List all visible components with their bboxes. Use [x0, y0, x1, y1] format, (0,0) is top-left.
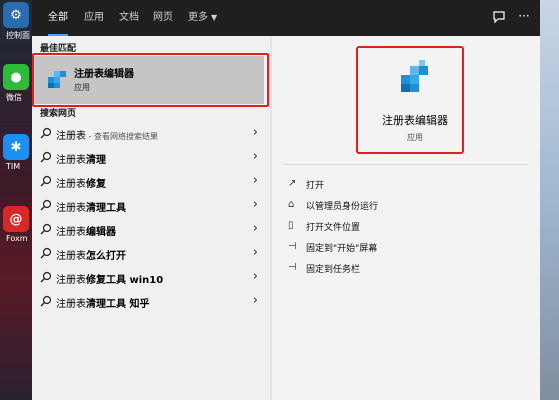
chevron-right-icon[interactable]: ›	[253, 293, 258, 308]
web-result-bold: 清理工具	[86, 203, 126, 214]
search-icon	[40, 295, 52, 307]
chevron-right-icon[interactable]: ›	[253, 245, 258, 260]
file-location-icon: ▯	[288, 220, 294, 231]
action-open[interactable]: ↗ 打开	[288, 176, 508, 194]
tab-documents[interactable]: 文档	[119, 0, 139, 36]
admin-shield-icon: ⌂	[288, 199, 295, 210]
search-tab-bar: 全部 应用 文档 网页 更多 ▼ ···	[32, 0, 540, 36]
web-result-bold: 修复工具 win10	[86, 275, 164, 286]
web-result-bold: 修复	[86, 179, 106, 190]
web-result-row[interactable]: 注册表清理工具 知乎 ›	[32, 290, 270, 314]
chevron-right-icon[interactable]: ›	[253, 149, 258, 164]
detail-pane: 注册表编辑器 应用 ↗ 打开 ⌂ 以管理员身份运行 ▯ 打开文件位置 ⊣ 固定到…	[272, 36, 540, 400]
web-result-row[interactable]: 注册表清理工具 ›	[32, 194, 270, 218]
pin-start-icon: ⊣	[288, 241, 297, 252]
web-search-heading: 搜索网页	[40, 109, 77, 119]
results-list: 最佳匹配 注册表编辑器 应用 搜索网页 注册表 - 查看网络搜索结果 › 注册表…	[32, 36, 270, 400]
search-icon	[40, 223, 52, 235]
web-result-bold: 清理	[86, 155, 106, 166]
best-match-highlight-box	[32, 53, 269, 107]
web-result-base: 注册表	[56, 179, 86, 190]
more-options-icon[interactable]: ···	[516, 10, 532, 26]
web-result-row[interactable]: 注册表修复工具 win10 ›	[32, 266, 270, 290]
tab-more-label: 更多	[188, 12, 208, 23]
web-result-base: 注册表	[56, 131, 86, 142]
detail-title: 注册表编辑器	[382, 114, 448, 127]
start-search-panel: 全部 应用 文档 网页 更多 ▼ ··· 最佳匹配 注册表编辑器 应用 搜索网页…	[32, 0, 540, 400]
action-open-file-location[interactable]: ▯ 打开文件位置	[288, 218, 508, 236]
action-pin-to-taskbar[interactable]: ⊣ 固定到任务栏	[288, 260, 508, 278]
web-result-base: 注册表	[56, 299, 86, 310]
desktop-icon-foxmail[interactable]: @ Foxm	[0, 206, 32, 243]
tab-apps[interactable]: 应用	[84, 0, 104, 36]
chevron-down-icon: ▼	[211, 13, 218, 22]
search-icon	[40, 127, 52, 139]
web-result-bold: 编辑器	[86, 227, 116, 238]
web-result-row[interactable]: 注册表怎么打开 ›	[32, 242, 270, 266]
web-result-base: 注册表	[56, 203, 86, 214]
chevron-right-icon[interactable]: ›	[253, 125, 258, 140]
desktop-icon-control-panel[interactable]: ⚙ 控制面	[0, 2, 32, 41]
web-result-bold: 怎么打开	[86, 251, 126, 262]
search-icon	[40, 247, 52, 259]
web-result-row[interactable]: 注册表修复 ›	[32, 170, 270, 194]
chevron-right-icon[interactable]: ›	[253, 221, 258, 236]
control-panel-icon: ⚙	[3, 2, 29, 28]
foxmail-icon: @	[3, 206, 29, 232]
detail-subtitle: 应用	[407, 133, 423, 142]
search-icon	[40, 175, 52, 187]
web-result-base: 注册表	[56, 155, 86, 166]
chevron-right-icon[interactable]: ›	[253, 197, 258, 212]
web-result-base: 注册表	[56, 227, 86, 238]
feedback-icon[interactable]	[492, 10, 508, 26]
desktop-strip: ⚙ 控制面 ● 微信 ✱ TIM @ Foxm	[0, 0, 32, 400]
desktop-background-right	[540, 0, 559, 400]
desktop-icon-tim[interactable]: ✱ TIM	[0, 134, 32, 171]
open-icon: ↗	[288, 178, 297, 189]
search-icon	[40, 271, 52, 283]
registry-editor-large-icon[interactable]	[398, 60, 432, 94]
web-result-base: 注册表	[56, 275, 86, 286]
search-icon	[40, 151, 52, 163]
web-result-bold: 清理工具 知乎	[86, 299, 150, 310]
search-icon	[40, 199, 52, 211]
web-result-base: 注册表	[56, 251, 86, 262]
tim-icon: ✱	[3, 134, 29, 160]
action-pin-to-start[interactable]: ⊣ 固定到"开始"屏幕	[288, 239, 508, 257]
chevron-right-icon[interactable]: ›	[253, 269, 258, 284]
web-result-row[interactable]: 注册表编辑器 ›	[32, 218, 270, 242]
tab-web[interactable]: 网页	[153, 0, 173, 36]
action-run-as-admin[interactable]: ⌂ 以管理员身份运行	[288, 197, 508, 215]
pin-taskbar-icon: ⊣	[288, 262, 297, 273]
tab-all[interactable]: 全部	[48, 0, 68, 36]
desktop-icon-wechat[interactable]: ● 微信	[0, 64, 32, 103]
detail-divider	[284, 164, 528, 165]
web-result-row[interactable]: 注册表 - 查看网络搜索结果 ›	[32, 122, 270, 146]
web-result-row[interactable]: 注册表清理 ›	[32, 146, 270, 170]
tab-more[interactable]: 更多 ▼	[188, 0, 217, 36]
wechat-icon: ●	[3, 64, 29, 90]
chevron-right-icon[interactable]: ›	[253, 173, 258, 188]
web-result-hint: - 查看网络搜索结果	[86, 132, 158, 141]
